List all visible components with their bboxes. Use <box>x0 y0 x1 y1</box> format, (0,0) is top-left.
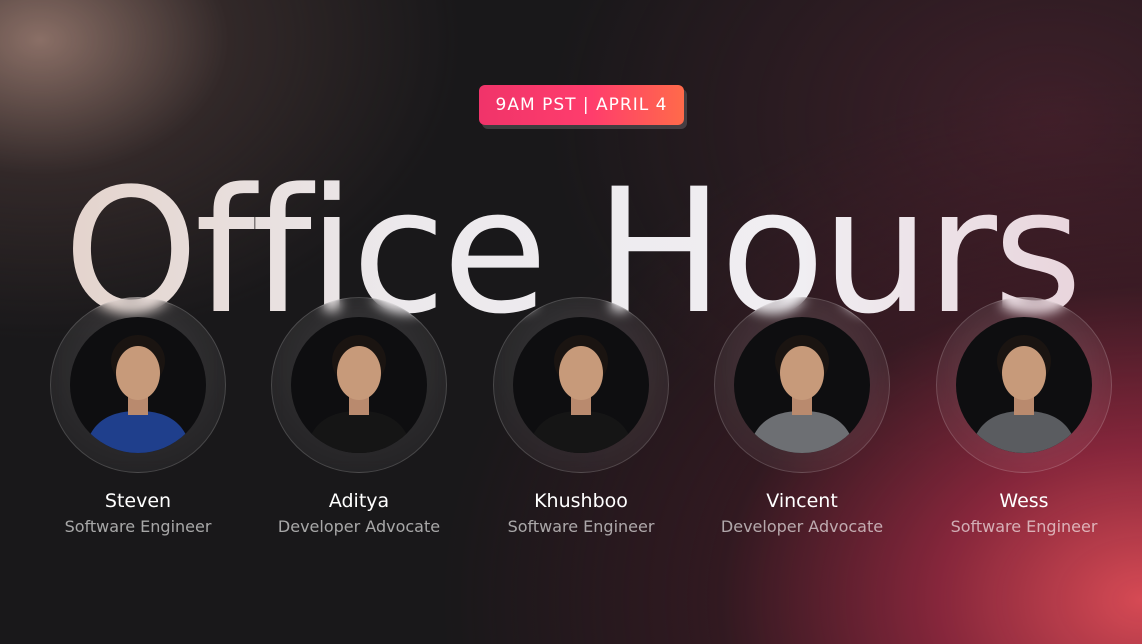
person-photo-icon <box>748 335 856 453</box>
member-role: Software Engineer <box>64 517 212 536</box>
avatar-vincent <box>734 317 870 453</box>
avatar-steven <box>70 317 206 453</box>
member-name: Khushboo <box>534 490 628 512</box>
person-photo-icon <box>527 335 635 453</box>
face-shape <box>559 346 603 400</box>
member-name: Wess <box>999 490 1049 512</box>
member-role: Software Engineer <box>507 517 655 536</box>
member-role: Developer Advocate <box>277 517 441 536</box>
shirt-shape <box>748 411 856 453</box>
person-photo-icon <box>305 335 413 453</box>
person-photo-icon <box>84 335 192 453</box>
member-role: Developer Advocate <box>720 517 884 536</box>
shirt-shape <box>305 411 413 453</box>
avatar-wess <box>956 317 1092 453</box>
member-name: Steven <box>104 490 172 512</box>
member-name: Aditya <box>328 490 390 512</box>
avatar-aditya <box>291 317 427 453</box>
member-role: Software Engineer <box>950 517 1098 536</box>
face-shape <box>337 346 381 400</box>
person-photo-icon <box>970 335 1078 453</box>
team-member-vincent: Vincent Developer Advocate <box>682 297 922 537</box>
avatar-ring <box>714 297 890 473</box>
avatar-ring <box>50 297 226 473</box>
avatar-ring <box>271 297 447 473</box>
avatar-ring <box>936 297 1112 473</box>
shirt-shape <box>970 411 1078 453</box>
face-shape <box>116 346 160 400</box>
avatar-khushboo <box>513 317 649 453</box>
member-name: Vincent <box>766 490 838 512</box>
face-shape <box>780 346 824 400</box>
face-shape <box>1002 346 1046 400</box>
shirt-shape <box>84 411 192 453</box>
team-member-khushboo: Khushboo Software Engineer <box>461 297 701 537</box>
team-member-aditya: Aditya Developer Advocate <box>239 297 479 537</box>
team-member-wess: Wess Software Engineer <box>904 297 1142 537</box>
avatar-ring <box>493 297 669 473</box>
team-list: Steven Software Engineer Aditya Develope… <box>0 297 1142 557</box>
team-member-steven: Steven Software Engineer <box>18 297 258 537</box>
date-badge: 9AM PST | APRIL 4 <box>479 85 684 125</box>
shirt-shape <box>527 411 635 453</box>
